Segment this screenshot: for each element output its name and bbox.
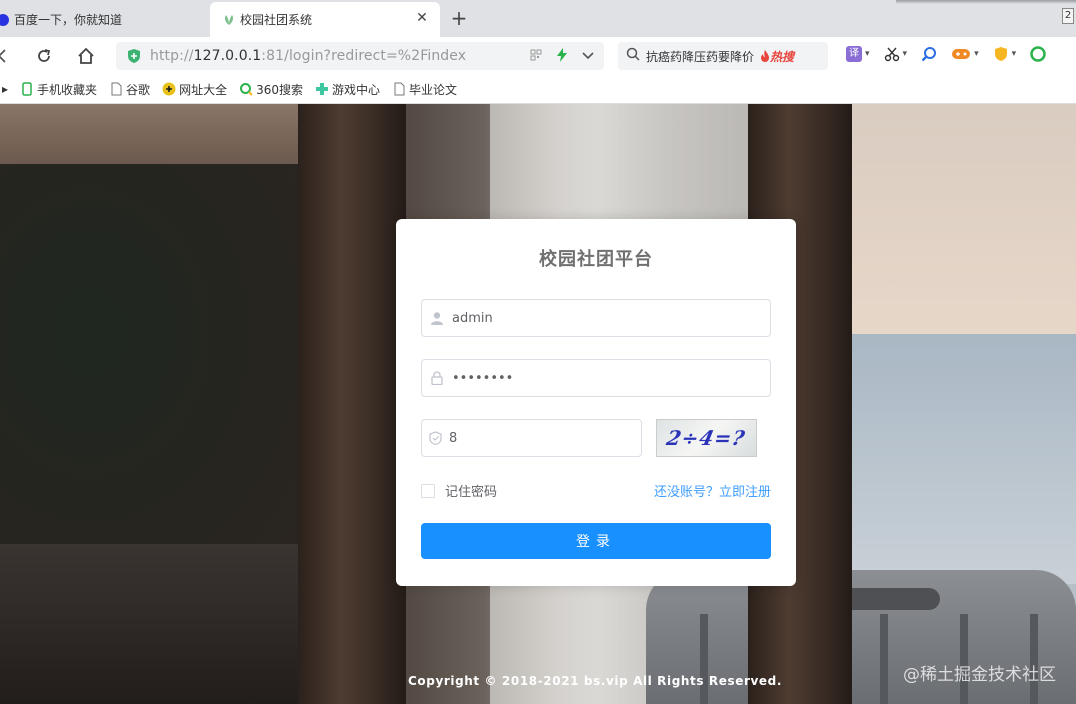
new-tab-icon[interactable]: + [448, 6, 470, 30]
background-image [700, 614, 708, 704]
background-image [298, 104, 406, 704]
bookmark-expand-icon[interactable]: ▸ [2, 82, 8, 96]
phone-icon [20, 82, 34, 96]
bookmark-360-search[interactable]: 360搜索 [239, 81, 303, 98]
background-image [880, 614, 888, 704]
background-image [960, 614, 968, 704]
translate-tool[interactable]: 译 ▾ [846, 46, 870, 62]
green-circle-icon [1030, 46, 1046, 62]
background-image [0, 164, 300, 584]
hot-search-badge[interactable]: 热搜 [760, 48, 794, 65]
password-field[interactable] [421, 359, 771, 397]
screenshot-tool[interactable]: ▾ [884, 46, 907, 62]
user-icon [429, 310, 445, 326]
baidu-favicon-icon [0, 13, 10, 27]
remember-password[interactable]: 记住密码 [421, 481, 497, 500]
tab-baidu[interactable]: 百度一下，你就知道 [0, 2, 208, 37]
directory-icon [162, 82, 176, 96]
captcha-image[interactable]: 2÷4=? [656, 419, 757, 457]
shield-tool[interactable]: ▾ [993, 46, 1016, 62]
page-icon [109, 82, 123, 96]
tab-label: 百度一下，你就知道 [14, 13, 123, 27]
search-box[interactable]: 抗癌药降压药要降价 热搜 [618, 42, 828, 70]
qr-code-icon[interactable] [530, 49, 542, 65]
captcha-input[interactable] [449, 430, 641, 446]
lock-icon [429, 370, 445, 386]
chevron-down-icon[interactable] [582, 50, 594, 65]
reload-icon[interactable] [32, 44, 56, 68]
bookmark-thesis[interactable]: 毕业论文 [392, 81, 457, 98]
gamepad-icon [952, 49, 971, 59]
lightning-icon[interactable] [556, 48, 568, 66]
guard-shield-icon [994, 47, 1007, 61]
username-input[interactable] [452, 310, 732, 326]
tab-campus-club[interactable]: 校园社团系统 ✕ [210, 2, 440, 37]
security-shield-icon [126, 48, 142, 64]
page-icon [392, 82, 406, 96]
background-image [850, 334, 1076, 584]
game-center-icon [315, 82, 329, 96]
search-query: 抗癌药降压药要降价 [646, 49, 755, 64]
extension-tool[interactable] [1030, 46, 1046, 62]
translate-icon: 译 [846, 46, 862, 62]
back-icon[interactable] [0, 44, 14, 68]
page-title: 校园社团平台 [539, 249, 653, 270]
login-page: 校园社团平台 2÷4=? 记住密码 还没账号？立即注册 [0, 104, 1076, 704]
browser-nav-bar: http://127.0.0.1:81/login?redirect=%2Fin… [0, 37, 1076, 75]
search-icon [626, 47, 640, 65]
captcha-text: 2÷4=? [664, 426, 749, 450]
register-link[interactable]: 还没账号？立即注册 [654, 481, 771, 500]
zoom-tool[interactable] [921, 46, 937, 62]
scissors-icon [884, 47, 899, 62]
login-card: 校园社团平台 2÷4=? 记住密码 还没账号？立即注册 [396, 219, 796, 586]
remember-label: 记住密码 [445, 485, 498, 500]
address-url: http://127.0.0.1:81/login?redirect=%2Fin… [150, 48, 467, 64]
bookmark-game-center[interactable]: 游戏中心 [315, 81, 380, 98]
bookmark-site-directory[interactable]: 网址大全 [162, 81, 227, 98]
search-360-icon [239, 82, 253, 96]
window-shadow [896, 0, 1076, 4]
bookmark-google[interactable]: 谷歌 [109, 81, 150, 98]
close-tab-icon[interactable]: ✕ [414, 10, 430, 26]
toolbar-extensions: 译 ▾ ▾ ▾ ▾ [846, 46, 1046, 62]
bookmark-mobile[interactable]: 手机收藏夹 [20, 81, 97, 98]
tab-label: 校园社团系统 [240, 13, 313, 27]
verify-shield-icon [429, 430, 442, 446]
background-image [1030, 614, 1038, 704]
watermark-text: @稀土掘金技术社区 [903, 665, 1056, 685]
background-image [850, 104, 1076, 334]
username-field[interactable] [421, 299, 771, 337]
remember-checkbox[interactable] [421, 483, 435, 498]
password-input[interactable] [452, 370, 732, 386]
game-tool[interactable]: ▾ [951, 47, 979, 61]
bookmarks-bar: ▸ 手机收藏夹 谷歌 网址大全 360搜索 游戏中心 毕业论文 [0, 75, 1076, 104]
captcha-field[interactable] [421, 419, 642, 457]
magnifier-icon [921, 47, 937, 62]
login-button[interactable]: 登录 [421, 523, 771, 559]
home-icon[interactable] [74, 44, 98, 68]
leaf-favicon-icon [222, 13, 236, 27]
address-bar[interactable]: http://127.0.0.1:81/login?redirect=%2Fin… [116, 42, 604, 70]
tab-count-badge[interactable]: 2 [1062, 8, 1074, 24]
browser-tab-bar: 百度一下，你就知道 校园社团系统 ✕ + 2 [0, 0, 1076, 37]
